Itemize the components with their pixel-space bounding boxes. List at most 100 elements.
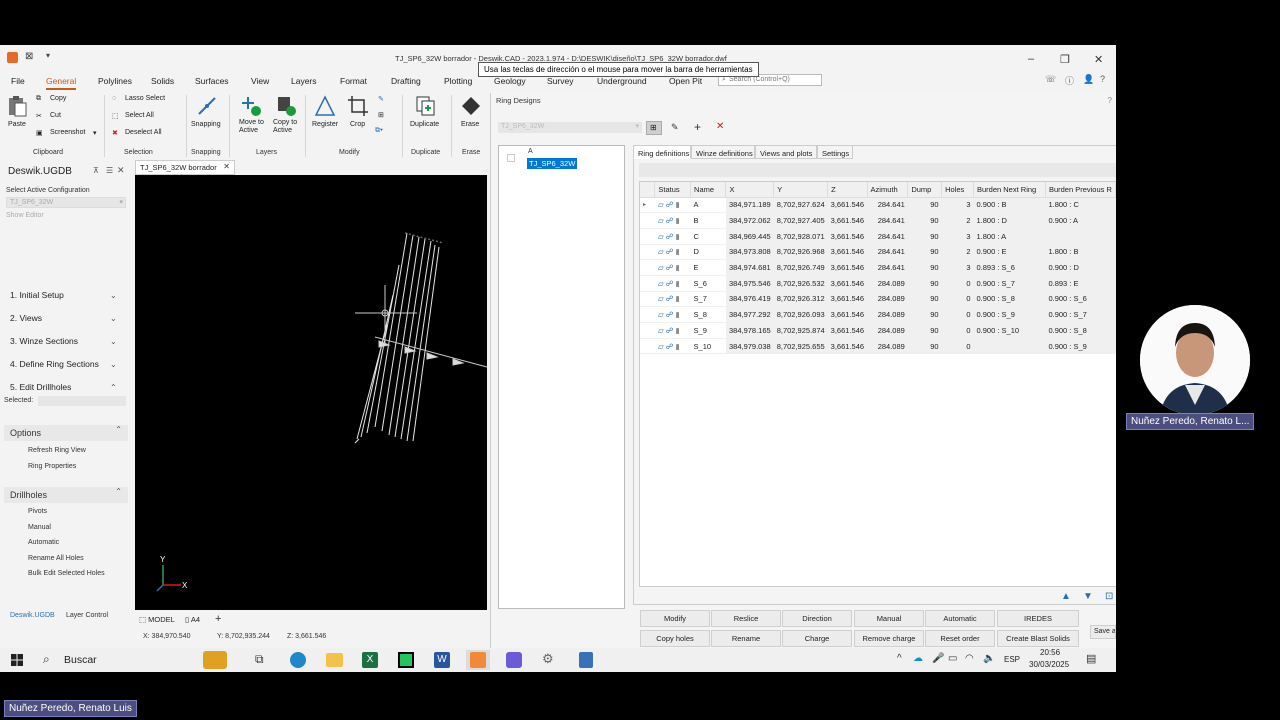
cell-x[interactable]: 384,977.292 xyxy=(725,306,774,323)
cell-azimuth[interactable]: 284.641 xyxy=(867,197,908,214)
cell-holes[interactable]: 0 xyxy=(941,338,974,355)
remove-charge-button[interactable]: Remove charge xyxy=(854,630,924,647)
menu-drafting[interactable]: Drafting xyxy=(391,76,421,86)
manual-link[interactable]: Manual xyxy=(28,524,51,531)
delete-ring-icon[interactable]: ▮ xyxy=(675,263,679,272)
cell-name[interactable]: S_7 xyxy=(690,291,726,308)
drillholes-header[interactable]: Drillholes ⌃ xyxy=(4,487,128,503)
delete-ring-icon[interactable]: ▮ xyxy=(675,294,679,303)
cell-burden-next[interactable]: 1.800 : A xyxy=(973,228,1046,245)
file-explorer-icon[interactable] xyxy=(326,653,343,667)
settings-gear-icon[interactable]: ⚙ xyxy=(542,651,554,667)
cell-azimuth[interactable]: 284.641 xyxy=(867,244,908,261)
col-z[interactable]: Z xyxy=(827,182,868,198)
edit-ring-icon[interactable]: ▱ xyxy=(658,216,664,225)
cell-dump[interactable]: 90 xyxy=(907,338,942,355)
edit-ring-icon[interactable]: ▱ xyxy=(658,310,664,319)
cell-status-icons[interactable]: ▱ ☍ ▮ xyxy=(654,322,691,339)
screenshot-dropdown-icon[interactable]: ▾ xyxy=(93,129,97,137)
cell-name[interactable]: S_6 xyxy=(690,275,726,292)
delete-ring-icon[interactable]: ▮ xyxy=(675,247,679,256)
cell-name[interactable]: E xyxy=(690,259,726,276)
tab-views-and-plots[interactable]: Views and plots xyxy=(755,145,817,159)
refresh-ring-view-link[interactable]: Refresh Ring View xyxy=(28,447,86,454)
cell-status-icons[interactable]: ▱ ☍ ▮ xyxy=(654,275,691,292)
pivots-link[interactable]: Pivots xyxy=(28,508,47,515)
close-tab-icon[interactable]: ✕ xyxy=(223,162,230,171)
cell-name[interactable]: S_10 xyxy=(690,338,726,355)
cell-burden-next[interactable]: 0.900 : E xyxy=(973,244,1046,261)
cell-dump[interactable]: 90 xyxy=(907,212,942,229)
cell-dump[interactable]: 90 xyxy=(907,228,942,245)
cell-dump[interactable]: 90 xyxy=(907,259,942,276)
user-icon[interactable]: 👤 xyxy=(1083,74,1094,85)
section-views[interactable]: 2. Views xyxy=(10,313,42,323)
cell-row-indicator[interactable] xyxy=(640,244,655,261)
add-icon[interactable]: + xyxy=(694,120,701,134)
clock-time[interactable]: 20:56 xyxy=(1040,648,1060,657)
tree-view-button[interactable]: ⊞ xyxy=(646,121,662,135)
cell-burden-prev[interactable]: 0.900 : S_8 xyxy=(1045,322,1116,339)
cell-status-icons[interactable]: ▱ ☍ ▮ xyxy=(654,228,691,245)
edit-ring-icon[interactable]: ▱ xyxy=(658,200,664,209)
move-up-icon[interactable]: ▲ xyxy=(1061,591,1077,605)
iredes-button[interactable]: IREDES xyxy=(997,610,1079,627)
cell-name[interactable]: S_8 xyxy=(690,306,726,323)
edit-icon[interactable]: ✎ xyxy=(671,122,679,133)
cell-name[interactable]: B xyxy=(690,212,726,229)
cell-x[interactable]: 384,975.546 xyxy=(725,275,774,292)
bottom-tab-ugdb[interactable]: Deswik.UGDB xyxy=(10,612,55,619)
cell-y[interactable]: 8,702,926.312 xyxy=(773,291,828,308)
options-header[interactable]: Options ⌃ xyxy=(4,425,128,441)
copy-to-active-label[interactable]: Active xyxy=(273,127,292,134)
cell-name[interactable]: A xyxy=(690,197,726,214)
cell-holes[interactable]: 0 xyxy=(941,275,974,292)
cell-status-icons[interactable]: ▱ ☍ ▮ xyxy=(654,291,691,308)
teams-icon[interactable] xyxy=(506,652,522,668)
cell-burden-prev[interactable]: 0.900 : D xyxy=(1045,259,1116,276)
cell-z[interactable]: 3,661.546 xyxy=(827,228,868,245)
cell-dump[interactable]: 90 xyxy=(907,197,942,214)
table-row[interactable]: ▸ ▱ ☍ ▮ A 384,971.189 8,702,927.624 3,661.546… xyxy=(640,197,1116,214)
cell-row-indicator[interactable] xyxy=(640,306,655,323)
battery-icon[interactable]: ▭ xyxy=(948,653,957,664)
delete-ring-icon[interactable]: ▮ xyxy=(675,326,679,335)
chevron-down-icon[interactable]: ⌄ xyxy=(110,314,117,323)
deswik-icon[interactable] xyxy=(470,652,486,668)
close-button[interactable]: ✕ xyxy=(1094,53,1103,66)
cut-button[interactable]: Cut xyxy=(50,112,61,119)
table-row[interactable]: ▱ ☍ ▮ D 384,973.808 8,702,926.968 3,661.546 2… xyxy=(640,244,1116,261)
link-icon[interactable]: ☍ xyxy=(666,279,674,288)
table-row[interactable]: ▱ ☍ ▮ S_6 384,975.546 8,702,926.532 3,661.54… xyxy=(640,275,1116,292)
cell-y[interactable]: 8,702,926.532 xyxy=(773,275,828,292)
cad-viewport[interactable]: Y X xyxy=(135,175,487,610)
rename-button[interactable]: Rename xyxy=(711,630,781,647)
cell-azimuth[interactable]: 284.089 xyxy=(867,275,908,292)
pycharm-icon[interactable] xyxy=(398,652,414,668)
cell-holes[interactable]: 2 xyxy=(941,244,974,261)
cell-x[interactable]: 384,971.189 xyxy=(725,197,774,214)
menu-file[interactable]: File xyxy=(11,76,25,86)
qat-save-icon[interactable]: ⊠ xyxy=(25,51,33,62)
design-select[interactable]: TJ_SP6_32W ▾ xyxy=(498,122,642,133)
cell-status-icons[interactable]: ▱ ☍ ▮ xyxy=(654,197,691,214)
erase-button[interactable]: Erase xyxy=(461,121,479,128)
cell-status-icons[interactable]: ▱ ☍ ▮ xyxy=(654,259,691,276)
table-row[interactable]: ▱ ☍ ▮ S_10 384,979.038 8,702,925.655 3,661.5… xyxy=(640,338,1116,355)
cell-burden-next[interactable]: 0.900 : B xyxy=(973,197,1046,214)
crop-button[interactable]: Crop xyxy=(350,121,365,128)
col-holes[interactable]: Holes xyxy=(941,182,974,198)
menu-solids[interactable]: Solids xyxy=(151,76,174,86)
cell-status-icons[interactable]: ▱ ☍ ▮ xyxy=(654,338,691,355)
taskbar-search[interactable]: Buscar xyxy=(64,654,97,666)
link-icon[interactable]: ☍ xyxy=(666,326,674,335)
cell-row-indicator[interactable] xyxy=(640,275,655,292)
col-azimuth[interactable]: Azimuth xyxy=(867,182,909,198)
charge-button[interactable]: Charge xyxy=(782,630,852,647)
cell-burden-next[interactable] xyxy=(973,338,1046,355)
edit-ring-icon[interactable]: ▱ xyxy=(658,232,664,241)
delete-ring-icon[interactable]: ▮ xyxy=(675,310,679,319)
notifications-icon[interactable]: ▤ xyxy=(1086,652,1096,665)
section-edit-drillholes[interactable]: 5. Edit Drillholes xyxy=(10,382,71,392)
edit-ring-icon[interactable]: ▱ xyxy=(658,279,664,288)
